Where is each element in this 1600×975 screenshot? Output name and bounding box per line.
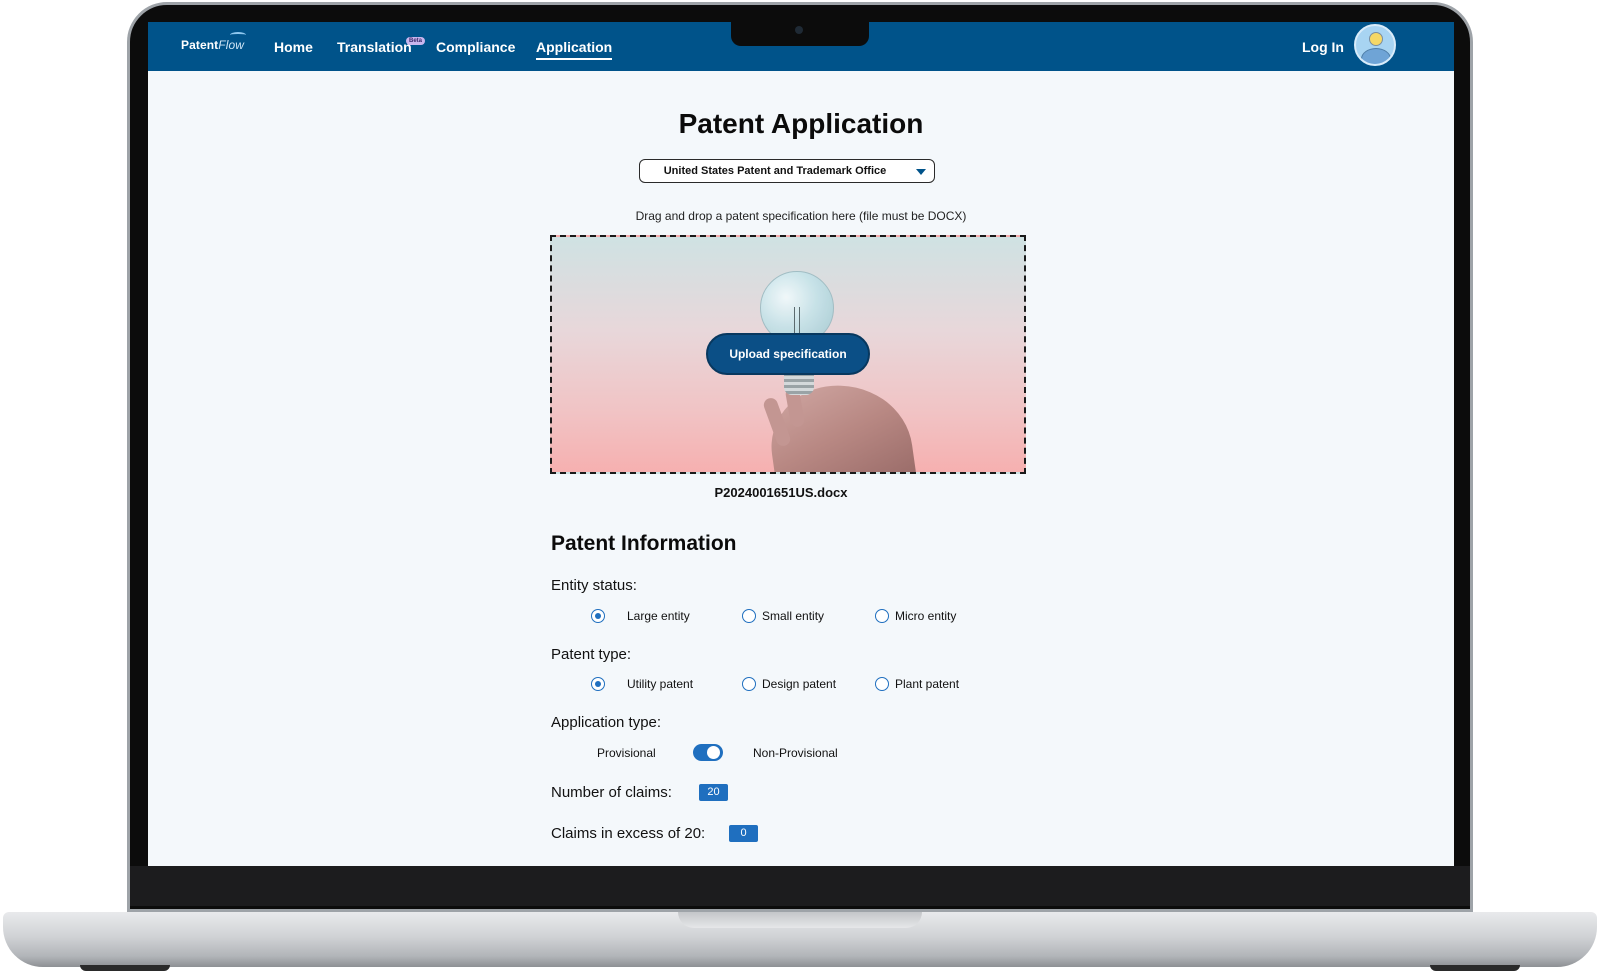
laptop-foot-right [1430,965,1520,971]
patent-type-label: Patent type: [551,646,632,663]
application-type-label: Application type: [551,714,662,731]
radio-design-patent[interactable]: Design patent [742,677,836,691]
camera-icon [795,26,803,34]
camera-notch [731,22,869,46]
nav-home[interactable]: Home [274,39,313,55]
radio-checked-icon [591,677,605,691]
radio-label: Plant patent [895,677,960,691]
claims-count-field[interactable]: 20 [699,784,728,801]
upload-specification-button[interactable]: Upload specification [706,333,870,375]
logo[interactable]: PatentFlow [181,32,246,52]
drop-hint: Drag and drop a patent specification her… [635,209,967,223]
radio-utility-patent[interactable]: Utility patent [591,677,693,691]
avatar-body [1361,48,1391,64]
chevron-down-icon [916,169,926,175]
login-link[interactable]: Log In [1302,39,1344,55]
radio-small-entity[interactable]: Small entity [742,609,824,623]
section-title: Patent Information [551,532,737,555]
office-select[interactable]: United States Patent and Trademark Offic… [639,159,935,183]
laptop-bezel [130,866,1470,906]
avatar-icon[interactable] [1354,24,1396,66]
laptop-base-notch [678,912,922,928]
radio-label: Micro entity [895,609,957,623]
application-type-toggle[interactable] [693,744,723,761]
radio-label: Utility patent [627,677,694,691]
toggle-right-label: Non-Provisional [753,746,838,760]
radio-label: Large entity [627,609,690,623]
radio-label: Small entity [762,609,825,623]
upload-dropzone[interactable]: Upload specification [550,235,1026,474]
radio-micro-entity[interactable]: Micro entity [875,609,956,623]
radio-checked-icon [591,609,605,623]
radio-large-entity[interactable]: Large entity [591,609,690,623]
nav-application[interactable]: Application [536,39,613,60]
laptop-foot-left [80,965,170,971]
entity-status-label: Entity status: [551,577,637,594]
office-select-value: United States Patent and Trademark Offic… [663,165,887,177]
page-title: Patent Application [678,108,924,139]
lightbulb-base [784,373,814,395]
radio-unchecked-icon [742,677,756,691]
beta-badge: Beta [406,37,426,45]
radio-label: Design patent [762,677,837,691]
nav-translation[interactable]: Translation [337,39,412,55]
avatar-head [1369,32,1383,46]
claims-label: Number of claims: [551,784,672,801]
nav-compliance[interactable]: Compliance [436,39,515,55]
logo-wave-icon [230,32,246,38]
toggle-left-label: Provisional [597,746,656,760]
radio-unchecked-icon [875,609,889,623]
logo-text-main: Patent [181,38,219,52]
logo-text-accent: Flow [218,38,245,52]
radio-unchecked-icon [742,609,756,623]
uploaded-file-name: P2024001651US.docx [714,485,848,500]
screen: PatentFlow Home Translation Beta Complia… [148,22,1454,866]
excess-claims-field[interactable]: 0 [729,825,758,842]
radio-plant-patent[interactable]: Plant patent [875,677,959,691]
excess-claims-label: Claims in excess of 20: [551,825,706,842]
radio-unchecked-icon [875,677,889,691]
toggle-knob [707,746,720,759]
